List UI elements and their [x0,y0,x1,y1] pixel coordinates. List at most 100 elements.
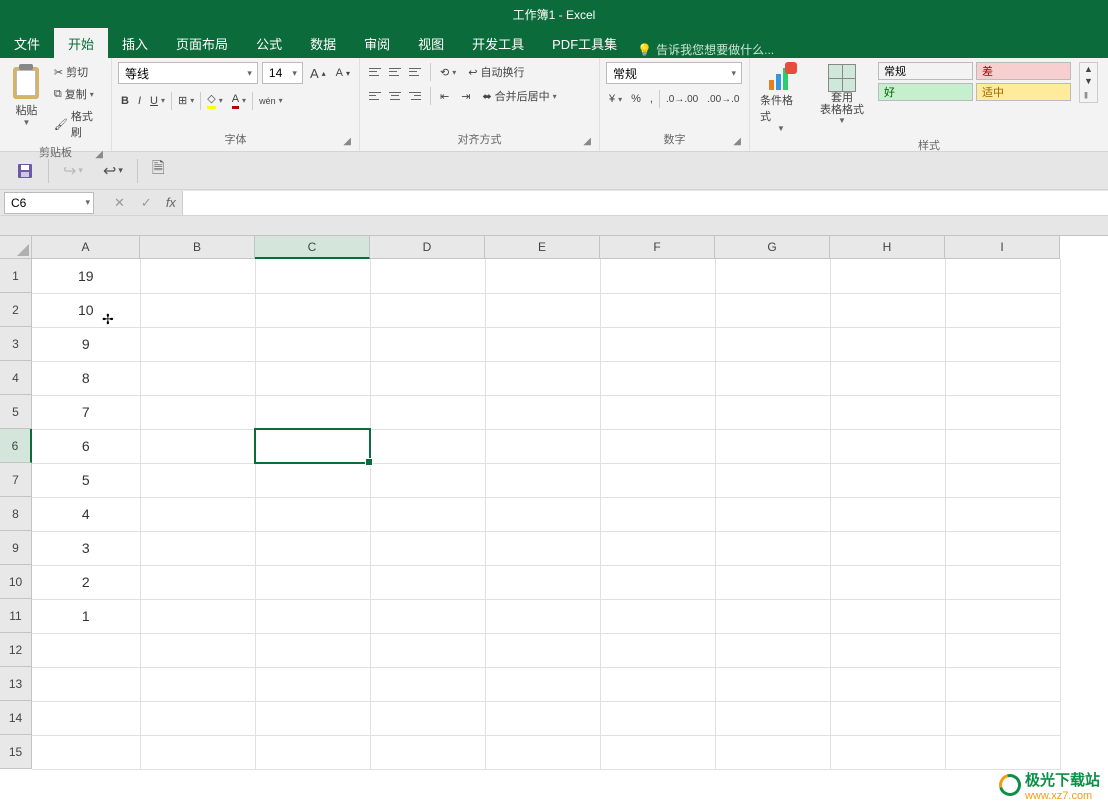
cell-F15[interactable] [600,735,715,769]
cell-I4[interactable] [945,361,1060,395]
cell-C8[interactable] [255,497,370,531]
cell-H9[interactable] [830,531,945,565]
cell-I10[interactable] [945,565,1060,599]
cell-A12[interactable] [32,633,140,667]
cell-D13[interactable] [370,667,485,701]
cell-C5[interactable] [255,395,370,429]
cell-B2[interactable] [140,293,255,327]
cell-D4[interactable] [370,361,485,395]
cell-F2[interactable] [600,293,715,327]
cell-G13[interactable] [715,667,830,701]
cell-G6[interactable] [715,429,830,463]
percent-button[interactable]: % [628,91,644,107]
cell-E2[interactable] [485,293,600,327]
font-color-button[interactable]: A▾ [229,91,249,111]
decrease-indent-button[interactable]: ⇤ [437,88,452,105]
wrap-text-button[interactable]: ↩ 自动换行 [465,62,527,82]
cell-A3[interactable]: 9 [32,327,140,361]
formula-input[interactable] [182,191,1108,215]
cell-I14[interactable] [945,701,1060,735]
cell-C11[interactable] [255,599,370,633]
cell-A14[interactable] [32,701,140,735]
cell-G5[interactable] [715,395,830,429]
cell-D5[interactable] [370,395,485,429]
row-header-6[interactable]: 6 [0,429,32,463]
cell-styles-gallery[interactable]: 常规 差 好 适中 [878,62,1071,101]
underline-button[interactable]: U▾ [147,93,168,109]
tab-home[interactable]: 开始 [54,28,108,58]
cell-C13[interactable] [255,667,370,701]
formula-cancel-button[interactable]: ✕ [106,195,133,211]
cell-G12[interactable] [715,633,830,667]
align-left-button[interactable] [366,88,384,104]
fx-icon[interactable]: fx [160,195,182,210]
cell-C12[interactable] [255,633,370,667]
cell-E10[interactable] [485,565,600,599]
cell-E14[interactable] [485,701,600,735]
cell-C4[interactable] [255,361,370,395]
cell-G3[interactable] [715,327,830,361]
cell-H3[interactable] [830,327,945,361]
col-header-G[interactable]: G [715,236,830,259]
cell-A5[interactable]: 7 [32,395,140,429]
cell-F1[interactable] [600,259,715,293]
cell-E4[interactable] [485,361,600,395]
cell-B10[interactable] [140,565,255,599]
cell-B15[interactable] [140,735,255,769]
row-header-13[interactable]: 13 [0,667,32,701]
cell-H4[interactable] [830,361,945,395]
cell-I3[interactable] [945,327,1060,361]
cell-C10[interactable] [255,565,370,599]
cell-D10[interactable] [370,565,485,599]
cell-E6[interactable] [485,429,600,463]
cell-H13[interactable] [830,667,945,701]
merge-center-button[interactable]: ⬌ 合并后居中 ▾ [479,86,559,106]
col-header-A[interactable]: A [32,236,140,259]
row-header-4[interactable]: 4 [0,361,32,395]
cell-C14[interactable] [255,701,370,735]
cell-A4[interactable]: 8 [32,361,140,395]
cell-B8[interactable] [140,497,255,531]
copy-button[interactable]: ⧉ 复制 ▾ [51,84,105,104]
cell-I6[interactable] [945,429,1060,463]
font-dialog-launcher[interactable]: ◢ [343,136,351,147]
cell-E8[interactable] [485,497,600,531]
row-header-15[interactable]: 15 [0,735,32,769]
cell-H10[interactable] [830,565,945,599]
cell-E11[interactable] [485,599,600,633]
col-header-H[interactable]: H [830,236,945,259]
number-dialog-launcher[interactable]: ◢ [733,136,741,147]
cell-I13[interactable] [945,667,1060,701]
cell-A15[interactable] [32,735,140,769]
cell-B4[interactable] [140,361,255,395]
cell-B1[interactable] [140,259,255,293]
cell-A11[interactable]: 1 [32,599,140,633]
accounting-format-button[interactable]: ¥▾ [606,91,625,107]
format-as-table-button[interactable]: 套用 表格格式 ▼ [814,62,870,127]
cell-H5[interactable] [830,395,945,429]
cell-H14[interactable] [830,701,945,735]
cut-button[interactable]: ✂ 剪切 [51,62,105,82]
cell-I11[interactable] [945,599,1060,633]
cell-F11[interactable] [600,599,715,633]
style-good[interactable]: 好 [878,83,973,101]
cell-B5[interactable] [140,395,255,429]
cell-I5[interactable] [945,395,1060,429]
font-name-combo[interactable]: 等线▾ [118,62,258,84]
row-header-7[interactable]: 7 [0,463,32,497]
tab-file[interactable]: 文件 [0,28,54,58]
cell-G1[interactable] [715,259,830,293]
increase-font-button[interactable]: A▴ [307,64,329,83]
italic-button[interactable]: I [135,93,144,109]
cell-D11[interactable] [370,599,485,633]
cell-C7[interactable] [255,463,370,497]
cell-F6[interactable] [600,429,715,463]
cell-B6[interactable] [140,429,255,463]
tab-view[interactable]: 视图 [404,28,458,58]
styles-scroll-up[interactable]: ▲ [1080,63,1097,75]
cell-I2[interactable] [945,293,1060,327]
cell-A1[interactable]: 19 [32,259,140,293]
cell-H15[interactable] [830,735,945,769]
cell-I9[interactable] [945,531,1060,565]
cell-B11[interactable] [140,599,255,633]
